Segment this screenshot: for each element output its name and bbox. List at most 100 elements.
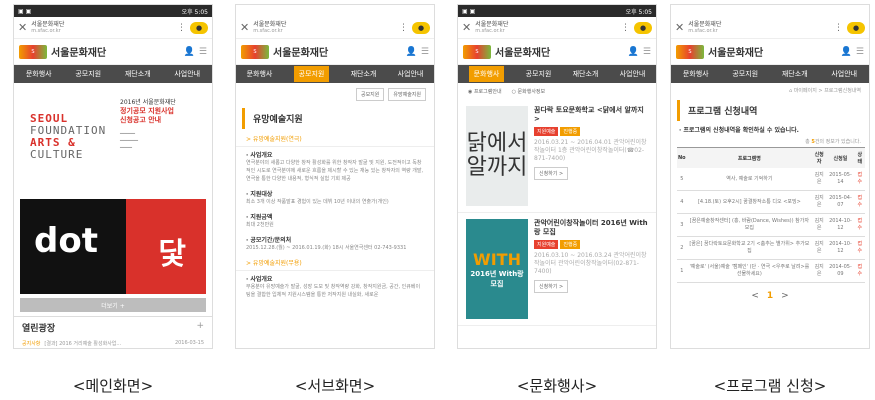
nav-item-grants[interactable]: 공모지원 (732, 69, 758, 79)
user-icon[interactable]: 👤 (628, 47, 639, 57)
info-item: · 사업개요 무용분야 유망예술가 발굴, 성장 도모 및 창작역량 강화, 창작… (236, 271, 434, 302)
plus-icon[interactable]: + (196, 321, 204, 334)
nav-item-business[interactable]: 사업안내 (620, 69, 646, 79)
nav-item-about[interactable]: 재단소개 (782, 69, 808, 79)
chat-icon[interactable]: ● (412, 21, 430, 34)
more-button[interactable]: 더보기 + (20, 298, 206, 312)
section-open-square: 열린광장 + (14, 316, 212, 338)
menu-dots-icon[interactable]: ⋮ (399, 23, 408, 33)
table-row[interactable]: 1 '예술로' (서울)예술 '캠페인' (단 · 연극 <우주로 날려>를 선물… (677, 259, 865, 283)
col-header: No (677, 147, 687, 168)
nav-item-about[interactable]: 재단소개 (573, 69, 599, 79)
section-link-dance[interactable]: > 유망예술지원(무용) (236, 255, 434, 271)
category-select[interactable]: 공모지원 (355, 88, 385, 101)
radio-event-info[interactable]: ○ 문화행사정보 (512, 88, 546, 95)
apply-button[interactable]: 신청하기 > (534, 280, 569, 293)
menu-dots-icon[interactable]: ⋮ (177, 23, 186, 33)
nav-item-business[interactable]: 사업안내 (174, 69, 200, 79)
close-icon[interactable]: ✕ (240, 21, 249, 34)
chat-icon[interactable]: ● (634, 21, 652, 34)
poster-logo-text: SEOUL FOUNDATION ARTS & CULTURE (30, 112, 107, 161)
page-description: · 프로그램의 신청내역을 확인하실 수 있습니다. (679, 127, 799, 134)
section-title: 열린광장 (22, 324, 56, 334)
close-icon[interactable]: ✕ (462, 21, 471, 34)
nav-item-events[interactable]: 문화행사 (26, 69, 52, 79)
hamburger-icon[interactable]: ☰ (421, 47, 429, 57)
banner-dot[interactable]: dot 닻 (20, 199, 206, 294)
url-text: 서울문화재단 (475, 20, 509, 28)
pagination: <1 > (671, 283, 869, 309)
site-header: S 서울문화재단 👤 ☰ (671, 39, 869, 65)
url-sub: m.sfac.or.kr (688, 27, 718, 34)
url-bar: ✕ 서울문화재단 m.sfac.or.kr ⋮ ● (236, 17, 434, 39)
next-page-button[interactable]: > (781, 291, 789, 301)
url-sub: m.sfac.or.kr (31, 27, 61, 34)
info-key: · 공모기간/문의처 (246, 237, 292, 244)
user-icon[interactable]: 👤 (841, 47, 852, 57)
event-card[interactable]: 닭에서 알까지 꿈다락 토요문화학교 <닭에서 알까지> 지원예술 진행중 201… (458, 100, 656, 213)
radio-program[interactable]: ◉ 프로그램안내 (468, 88, 502, 95)
caption-main: <메인화면> (72, 377, 154, 395)
hamburger-icon[interactable]: ☰ (199, 47, 207, 57)
menu-dots-icon[interactable]: ⋮ (834, 23, 843, 33)
event-status-badge: 진행중 (560, 240, 581, 249)
dot-word: dot (34, 221, 98, 261)
table-row[interactable]: 4 [4.18.(토) 오후2시] 꿈결창작소통 디오 <포밍> 김지은 2015-0… (677, 190, 865, 214)
info-item: · 사업개요 연극분야의 새롭고 다양한 창작 활성화를 위한 창작자 발굴 및 … (236, 147, 434, 186)
result-count: 총 5건의 정보가 있습니다. (805, 139, 861, 145)
news-date: 2016-03-15 (174, 340, 204, 346)
close-icon[interactable]: ✕ (18, 21, 27, 34)
nav-item-business[interactable]: 사업안내 (831, 69, 857, 79)
info-value: 연극분야의 새롭고 다양한 창작 활성화를 위한 창작자 발굴 및 지원, 도전… (246, 160, 424, 182)
nav-item-business[interactable]: 사업안내 (398, 69, 424, 79)
menu-dots-icon[interactable]: ⋮ (621, 23, 630, 33)
logo[interactable]: S (676, 44, 704, 59)
info-key: · 지원대상 (246, 191, 273, 198)
table-row[interactable]: 3 [꿈은예술창작센터] (홍, 바람(Dance, Wishes)) 참가자 모… (677, 213, 865, 237)
nav-item-grants[interactable]: 공모지원 (75, 69, 101, 79)
logo[interactable]: S (241, 44, 269, 59)
col-header: 프로그램명 (686, 147, 813, 168)
subcategory-select[interactable]: 유망예술지원 (388, 88, 426, 101)
site-title: 서울문화재단 (708, 48, 764, 59)
screen-sub: ✕ 서울문화재단 m.sfac.or.kr ⋮ ● S 서울문화재단 👤 ☰ 문화… (235, 4, 435, 349)
info-item: · 지원대상 최소 3개 이상 작품발표 경험이 있는 데뷔 10년 이내의 연출… (236, 186, 434, 209)
event-title[interactable]: 꿈다락 토요문화학교 <닭에서 알까지> (534, 106, 648, 124)
section-link-theater[interactable]: > 유망예술지원(연극) (236, 131, 434, 147)
page-title: 프로그램 신청내역 (677, 100, 863, 121)
logo[interactable]: S (19, 44, 47, 59)
banner-poster[interactable]: SEOUL FOUNDATION ARTS & CULTURE 2016년 서울문화재… (20, 91, 206, 191)
nav-item-events[interactable]: 문화행사 (247, 69, 273, 79)
table-row[interactable]: 2 [꿈은] 꿈다락토요문화학교 2기 <춤추는 별가위> 추가모집 김지은 2014… (677, 236, 865, 260)
site-title: 서울문화재단 (51, 48, 107, 59)
current-page[interactable]: 1 (767, 291, 773, 301)
nav-item-about[interactable]: 재단소개 (351, 69, 377, 79)
chat-icon[interactable]: ● (190, 21, 208, 34)
apply-button[interactable]: 신청하기 > (534, 167, 569, 180)
user-icon[interactable]: 👤 (184, 47, 195, 57)
chat-icon[interactable]: ● (847, 21, 865, 34)
home-icon[interactable]: ⌂ (789, 88, 792, 94)
news-item[interactable]: 공지사항 [결과] 2016 거리예술 활성화사업... 2016-03-15 (14, 338, 212, 348)
caption-program: <프로그램 신청> (713, 377, 827, 395)
nav-item-grants[interactable]: 공모지원 (293, 66, 330, 82)
screen-events: ▣ ▣ 오후 5:05 ✕ 서울문화재단 m.sfac.or.kr ⋮ ● S 서울… (457, 4, 657, 349)
info-value: 무용분야 유망예술가 발굴, 성장 도모 및 창작역량 강화, 창작지원금, 공… (246, 284, 421, 298)
logo[interactable]: S (463, 44, 491, 59)
nav-item-about[interactable]: 재단소개 (125, 69, 151, 79)
table-row[interactable]: 5 역사, 예술로 기억하기 김지은 2015-05-14 접수 (677, 168, 865, 191)
info-value: 최소 3개 이상 작품발표 경험이 있는 데뷔 10년 이내의 연출가(개인) (246, 199, 389, 205)
filter-radios: ◉ 프로그램안내 ○ 문화행사정보 (458, 83, 656, 100)
nav-item-grants[interactable]: 공모지원 (526, 69, 552, 79)
event-card[interactable]: WITH 2016년 With랑 모집 관악어린이창작놀이터 2016년 With… (458, 213, 656, 326)
main-nav: 문화행사 공모지원 재단소개 사업안내 (236, 65, 434, 83)
close-icon[interactable]: ✕ (675, 21, 684, 34)
user-icon[interactable]: 👤 (406, 47, 417, 57)
nav-item-events[interactable]: 문화행사 (468, 66, 505, 82)
hamburger-icon[interactable]: ☰ (856, 47, 864, 57)
nav-item-events[interactable]: 문화행사 (683, 69, 709, 79)
hamburger-icon[interactable]: ☰ (643, 47, 651, 57)
screen-program: ✕ 서울문화재단 m.sfac.or.kr ⋮ ● S 서울문화재단 👤 ☰ 문화… (670, 4, 870, 349)
prev-page-button[interactable]: < (751, 291, 759, 301)
event-title[interactable]: 관악어린이창작놀이터 2016년 With랑 모집 (534, 219, 648, 237)
